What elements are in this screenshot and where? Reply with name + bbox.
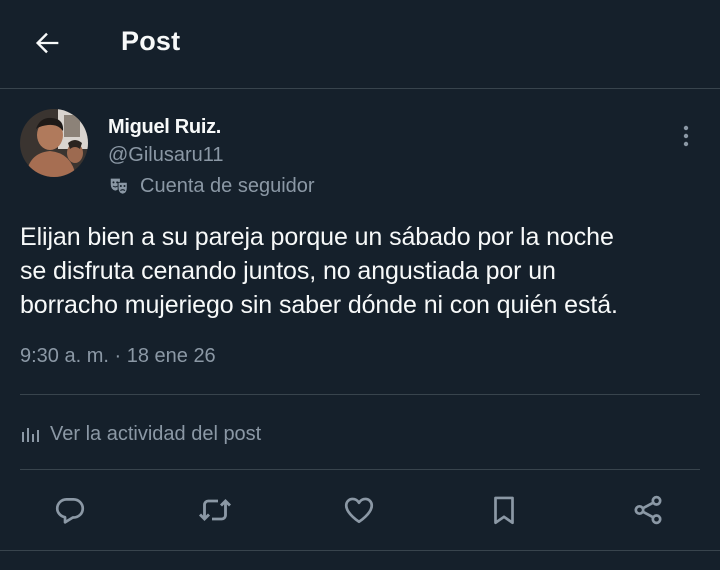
share-icon bbox=[634, 495, 662, 525]
post-timestamp[interactable]: 9:30 a. m. · 18 ene 26 bbox=[20, 345, 216, 368]
like-icon bbox=[344, 497, 374, 524]
repost-icon bbox=[198, 498, 232, 522]
divider bbox=[0, 550, 720, 551]
more-vertical-icon bbox=[683, 125, 689, 147]
author-handle[interactable]: @Gilusaru11 bbox=[108, 144, 224, 167]
more-options-button[interactable] bbox=[672, 122, 700, 150]
arrow-left-icon bbox=[35, 32, 59, 54]
post-detail-screen: Post Miguel Ruiz. @Gilusaru11 Cuenta de bbox=[0, 0, 720, 570]
view-post-activity-link[interactable]: Ver la actividad del post bbox=[20, 420, 261, 448]
share-button[interactable] bbox=[630, 492, 666, 528]
avatar[interactable] bbox=[20, 109, 88, 177]
activity-label: Ver la actividad del post bbox=[50, 422, 262, 445]
bookmark-button[interactable] bbox=[486, 492, 522, 528]
divider bbox=[20, 469, 700, 470]
divider bbox=[20, 394, 700, 395]
like-button[interactable] bbox=[341, 492, 377, 528]
author-display-name[interactable]: Miguel Ruiz. bbox=[108, 116, 221, 139]
post-text: Elijan bien a su pareja porque un sábado… bbox=[20, 223, 618, 319]
follower-account-badge: Cuenta de seguidor bbox=[108, 173, 315, 199]
analytics-icon bbox=[22, 428, 39, 442]
repost-button[interactable] bbox=[197, 492, 233, 528]
reply-button[interactable] bbox=[52, 492, 88, 528]
theater-masks-icon bbox=[110, 178, 128, 195]
back-button[interactable] bbox=[28, 24, 66, 62]
top-bar: Post bbox=[0, 0, 720, 89]
reply-icon bbox=[55, 498, 85, 524]
avatar-image bbox=[20, 109, 88, 177]
badge-label: Cuenta de seguidor bbox=[140, 174, 315, 197]
bookmark-icon bbox=[494, 496, 514, 525]
page-title: Post bbox=[121, 26, 181, 56]
